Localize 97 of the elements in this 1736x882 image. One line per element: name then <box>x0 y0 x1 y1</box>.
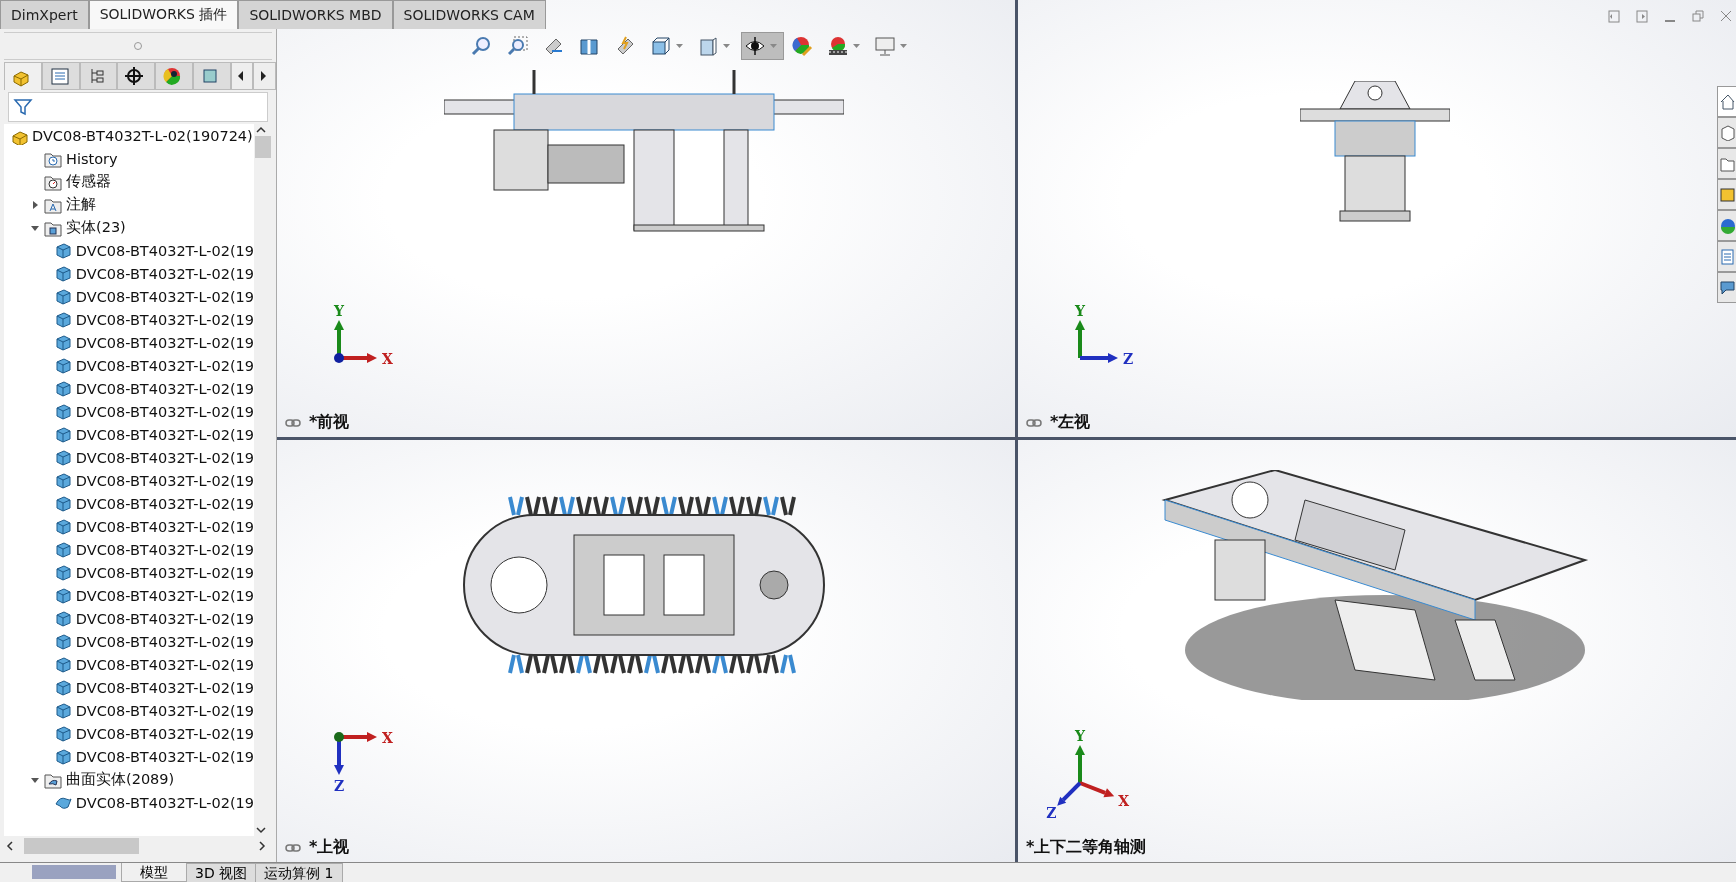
tree-item[interactable]: 曲面实体(2089) <box>4 768 254 791</box>
ribbon-tab[interactable]: DimXpert <box>0 0 89 29</box>
tree-item[interactable]: DVC08-BT4032T-L-02(19 <box>4 630 254 653</box>
bottom-tab[interactable]: 运动算例 1 <box>255 863 343 882</box>
color-ball-scene-icon <box>827 35 849 57</box>
task-pane-tab[interactable] <box>1717 86 1736 117</box>
globe-icon <box>1720 217 1736 234</box>
scrollbar-thumb[interactable] <box>255 136 271 158</box>
tree-item[interactable]: 传感器 <box>4 170 254 193</box>
dropdown-caret-icon <box>676 43 683 49</box>
viewport-pane[interactable]: Y Z *左视 <box>1018 0 1736 437</box>
tree-item[interactable]: 注解 <box>4 193 254 216</box>
view-title: *上下二等角轴测 <box>1026 837 1147 858</box>
tree-item[interactable]: DVC08-BT4032T-L-02(19 <box>4 308 254 331</box>
tree-item[interactable]: DVC08-BT4032T-L-02(19 <box>4 354 254 377</box>
task-pane-tab[interactable] <box>1717 179 1736 210</box>
task-pane-tab[interactable] <box>1717 210 1736 241</box>
tree-item[interactable]: DVC08-BT4032T-L-02(19 <box>4 285 254 308</box>
dropdown-caret-icon <box>853 43 860 49</box>
tree-item[interactable]: DVC08-BT4032T-L-02(19 <box>4 607 254 630</box>
tree-item[interactable]: DVC08-BT4032T-L-02(19 <box>4 676 254 699</box>
tree-item[interactable]: DVC08-BT4032T-L-02(19 <box>4 239 254 262</box>
color-ball-pencil-icon <box>791 35 813 57</box>
shaded-cube-icon <box>697 35 719 57</box>
ribbon-tab[interactable]: SOLIDWORKS 插件 <box>88 0 239 29</box>
folder-icon <box>1720 155 1736 172</box>
axis-label: Z <box>1123 351 1134 367</box>
library-icon <box>1720 186 1736 203</box>
tree-item[interactable]: 实体(23) <box>4 216 254 239</box>
bottom-tab[interactable]: 3D 视图 <box>186 863 257 882</box>
dropdown-caret-icon <box>900 43 907 49</box>
color-ball-icon <box>161 66 182 86</box>
axis-label: X <box>1118 792 1130 809</box>
tree-item[interactable]: DVC08-BT4032T-L-02(19 <box>4 400 254 423</box>
tile-left-icon[interactable] <box>1608 10 1620 23</box>
toolbar-button[interactable] <box>741 32 784 60</box>
axis-label: Y <box>1075 729 1085 744</box>
eye-icon <box>744 35 766 57</box>
origin-point <box>334 353 344 363</box>
tree-item[interactable]: DVC08-BT4032T-L-02(19 <box>4 492 254 515</box>
scrollbar-thumb[interactable] <box>24 838 139 854</box>
tree-item[interactable]: DVC08-BT4032T-L-02(19 <box>4 791 254 814</box>
dropdown-caret-icon <box>770 43 777 49</box>
tree-item[interactable]: DVC08-BT4032T-L-02(19 <box>4 584 254 607</box>
monitor-icon <box>874 35 896 57</box>
tree-item[interactable]: DVC08-BT4032T-L-02(19 <box>4 423 254 446</box>
tree-item[interactable]: DVC08-BT4032T-L-02(19 <box>4 561 254 584</box>
tree-item[interactable]: DVC08-BT4032T-L-02(19 <box>4 699 254 722</box>
filter-icon <box>13 97 33 117</box>
speech-bubble-icon <box>1720 279 1736 296</box>
tree-item[interactable]: DVC08-BT4032T-L-02(19 <box>4 745 254 768</box>
axis-label: Y <box>1075 304 1085 319</box>
tree-item[interactable]: DVC08-BT4032T-L-02(19 <box>4 377 254 400</box>
restore-icon[interactable] <box>1692 10 1704 23</box>
task-pane-tab[interactable] <box>1717 148 1736 179</box>
axis-label: Y <box>334 304 344 319</box>
tree-item[interactable]: DVC08-BT4032T-L-02(19 <box>4 469 254 492</box>
filter-field[interactable] <box>8 92 268 122</box>
tree-item[interactable]: History <box>4 147 254 170</box>
ribbon-tab[interactable]: SOLIDWORKS CAM <box>392 0 546 29</box>
tree-item[interactable]: DVC08-BT4032T-L-02(19 <box>4 538 254 561</box>
zoom-area-icon <box>506 35 528 57</box>
origin-point <box>334 732 344 742</box>
panel-tab[interactable] <box>155 62 193 90</box>
ribbon-tab[interactable]: SOLIDWORKS MBD <box>238 0 393 29</box>
crosshair-icon <box>124 66 145 86</box>
scroll-arrow-button[interactable] <box>253 62 276 90</box>
tree-item[interactable]: DVC08-BT4032T-L-02(190724) <box>4 124 254 147</box>
view-title: *前视 <box>309 412 350 433</box>
panel-tab[interactable] <box>117 62 156 90</box>
task-pane-tab[interactable] <box>1717 241 1736 272</box>
axis-label: X <box>382 730 393 746</box>
zoom-fit-icon <box>470 35 492 57</box>
tree-item[interactable]: DVC08-BT4032T-L-02(19 <box>4 262 254 285</box>
home-icon <box>1720 93 1736 110</box>
list-icon <box>1720 248 1736 265</box>
view-title: *上视 <box>309 837 350 858</box>
tree-item[interactable]: DVC08-BT4032T-L-02(19 <box>4 653 254 676</box>
axis-label: Z <box>334 778 345 794</box>
axis-label: X <box>382 351 393 367</box>
bottom-tab[interactable]: 模型 <box>121 863 187 882</box>
tile-right-icon[interactable] <box>1636 10 1648 23</box>
tree-item[interactable]: DVC08-BT4032T-L-02(19 <box>4 446 254 469</box>
tree-item[interactable]: DVC08-BT4032T-L-02(19 <box>4 722 254 745</box>
task-pane-tab[interactable] <box>1717 272 1736 303</box>
viewport-pane[interactable]: Y X Z *上下二等角轴测 <box>1018 440 1736 862</box>
axis-label: Z <box>1046 804 1057 821</box>
task-pane-tab[interactable] <box>1717 117 1736 148</box>
tree-item[interactable]: DVC08-BT4032T-L-02(19 <box>4 515 254 538</box>
tree-item[interactable]: DVC08-BT4032T-L-02(19 <box>4 331 254 354</box>
scroll-arrow-button[interactable] <box>230 62 254 90</box>
view-title: *左视 <box>1050 412 1091 433</box>
list-icon <box>48 66 69 86</box>
collapsed-arrow-icon[interactable] <box>30 199 40 210</box>
close-icon[interactable] <box>1720 10 1732 23</box>
viewport-pane[interactable]: X Z *上视 <box>277 440 1015 862</box>
dropdown-caret-icon <box>723 43 730 49</box>
